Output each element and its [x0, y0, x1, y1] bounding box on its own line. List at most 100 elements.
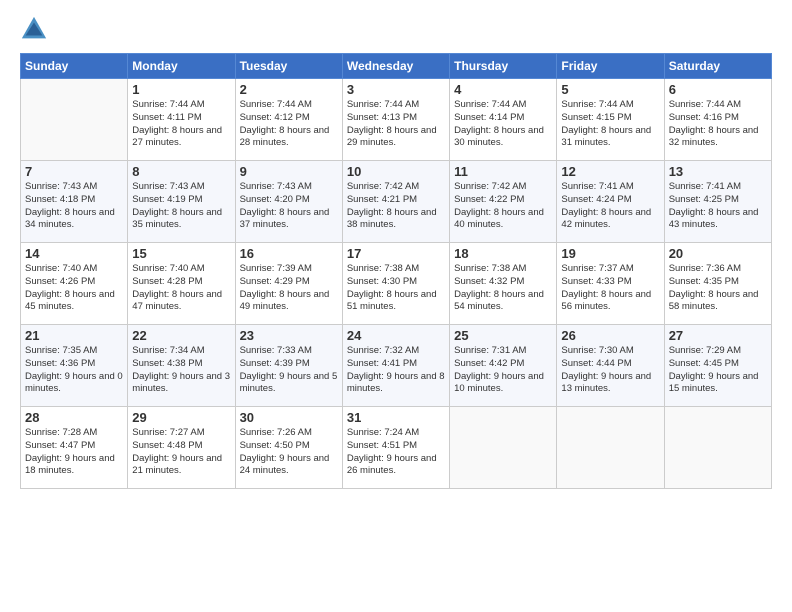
day-detail: Sunrise: 7:39 AM Sunset: 4:29 PM Dayligh…: [240, 263, 338, 314]
calendar-cell: 20 Sunrise: 7:36 AM Sunset: 4:35 PM Dayli…: [664, 243, 771, 325]
calendar-cell: [21, 79, 128, 161]
calendar-cell: 2Sunrise: 7:44 AM Sunset: 4:12 PM Daylig…: [235, 79, 342, 161]
weekday-header-row: SundayMondayTuesdayWednesdayThursdayFrid…: [21, 54, 772, 79]
day-detail: Sunrise: 7:40 AM Sunset: 4:28 PM Dayligh…: [132, 263, 230, 314]
day-detail: Sunrise: 7:43 AM Sunset: 4:19 PM Dayligh…: [132, 181, 230, 232]
calendar-table: SundayMondayTuesdayWednesdayThursdayFrid…: [20, 53, 772, 489]
day-detail: Sunrise: 7:35 AM Sunset: 4:36 PM Dayligh…: [25, 345, 123, 396]
day-number: 11: [454, 164, 552, 179]
day-detail: Sunrise: 7:42 AM Sunset: 4:22 PM Dayligh…: [454, 181, 552, 232]
calendar-cell: 8Sunrise: 7:43 AM Sunset: 4:19 PM Daylig…: [128, 161, 235, 243]
day-detail: Sunrise: 7:43 AM Sunset: 4:20 PM Dayligh…: [240, 181, 338, 232]
day-number: 22: [132, 328, 230, 343]
day-detail: Sunrise: 7:36 AM Sunset: 4:35 PM Dayligh…: [669, 263, 767, 314]
logo-icon: [20, 15, 48, 43]
calendar-cell: 30 Sunrise: 7:26 AM Sunset: 4:50 PM Dayli…: [235, 407, 342, 489]
day-number: 29: [132, 410, 230, 425]
day-number: 2: [240, 82, 338, 97]
calendar-cell: 1 Sunrise: 7:44 AM Sunset: 4:11 PM Daylig…: [128, 79, 235, 161]
day-detail: Sunrise: 7:44 AM Sunset: 4:14 PM Dayligh…: [454, 99, 552, 150]
day-detail: Sunrise: 7:44 AM Sunset: 4:15 PM Dayligh…: [561, 99, 659, 150]
day-detail: Sunrise: 7:38 AM Sunset: 4:32 PM Dayligh…: [454, 263, 552, 314]
calendar-cell: 19Sunrise: 7:37 AM Sunset: 4:33 PM Dayli…: [557, 243, 664, 325]
day-number: 12: [561, 164, 659, 179]
weekday-header-friday: Friday: [557, 54, 664, 79]
day-detail: Sunrise: 7:31 AM Sunset: 4:42 PM Dayligh…: [454, 345, 552, 396]
day-number: 15: [132, 246, 230, 261]
calendar-cell: 17 Sunrise: 7:38 AM Sunset: 4:30 PM Dayli…: [342, 243, 449, 325]
weekday-header-monday: Monday: [128, 54, 235, 79]
day-detail: Sunrise: 7:33 AM Sunset: 4:39 PM Dayligh…: [240, 345, 338, 396]
day-detail: Sunrise: 7:38 AM Sunset: 4:30 PM Dayligh…: [347, 263, 445, 314]
day-detail: Sunrise: 7:32 AM Sunset: 4:41 PM Dayligh…: [347, 345, 445, 396]
day-number: 1: [132, 82, 230, 97]
calendar-cell: 18 Sunrise: 7:38 AM Sunset: 4:32 PM Dayli…: [450, 243, 557, 325]
day-number: 24: [347, 328, 445, 343]
day-number: 17: [347, 246, 445, 261]
day-detail: Sunrise: 7:44 AM Sunset: 4:11 PM Dayligh…: [132, 99, 230, 150]
calendar-cell: 11 Sunrise: 7:42 AM Sunset: 4:22 PM Dayli…: [450, 161, 557, 243]
day-detail: Sunrise: 7:44 AM Sunset: 4:13 PM Dayligh…: [347, 99, 445, 150]
calendar-cell: [557, 407, 664, 489]
day-detail: Sunrise: 7:41 AM Sunset: 4:24 PM Dayligh…: [561, 181, 659, 232]
logo: [20, 15, 50, 43]
calendar-week-row: 14 Sunrise: 7:40 AM Sunset: 4:26 PM Dayli…: [21, 243, 772, 325]
calendar-cell: 5 Sunrise: 7:44 AM Sunset: 4:15 PM Daylig…: [557, 79, 664, 161]
weekday-header-tuesday: Tuesday: [235, 54, 342, 79]
day-detail: Sunrise: 7:37 AM Sunset: 4:33 PM Dayligh…: [561, 263, 659, 314]
calendar-cell: 27 Sunrise: 7:29 AM Sunset: 4:45 PM Dayli…: [664, 325, 771, 407]
day-number: 30: [240, 410, 338, 425]
day-detail: Sunrise: 7:29 AM Sunset: 4:45 PM Dayligh…: [669, 345, 767, 396]
day-number: 27: [669, 328, 767, 343]
day-number: 13: [669, 164, 767, 179]
day-number: 10: [347, 164, 445, 179]
day-number: 16: [240, 246, 338, 261]
day-detail: Sunrise: 7:27 AM Sunset: 4:48 PM Dayligh…: [132, 427, 230, 478]
day-number: 21: [25, 328, 123, 343]
calendar-cell: 4 Sunrise: 7:44 AM Sunset: 4:14 PM Daylig…: [450, 79, 557, 161]
calendar-cell: 22Sunrise: 7:34 AM Sunset: 4:38 PM Dayli…: [128, 325, 235, 407]
calendar-cell: 29 Sunrise: 7:27 AM Sunset: 4:48 PM Dayli…: [128, 407, 235, 489]
calendar-cell: 16 Sunrise: 7:39 AM Sunset: 4:29 PM Dayli…: [235, 243, 342, 325]
day-detail: Sunrise: 7:24 AM Sunset: 4:51 PM Dayligh…: [347, 427, 445, 478]
day-number: 4: [454, 82, 552, 97]
calendar-week-row: 28Sunrise: 7:28 AM Sunset: 4:47 PM Dayli…: [21, 407, 772, 489]
day-number: 14: [25, 246, 123, 261]
weekday-header-wednesday: Wednesday: [342, 54, 449, 79]
calendar-week-row: 21 Sunrise: 7:35 AM Sunset: 4:36 PM Dayli…: [21, 325, 772, 407]
day-number: 28: [25, 410, 123, 425]
calendar-cell: 24 Sunrise: 7:32 AM Sunset: 4:41 PM Dayli…: [342, 325, 449, 407]
calendar-cell: 31 Sunrise: 7:24 AM Sunset: 4:51 PM Dayli…: [342, 407, 449, 489]
calendar-cell: 6Sunrise: 7:44 AM Sunset: 4:16 PM Daylig…: [664, 79, 771, 161]
day-detail: Sunrise: 7:41 AM Sunset: 4:25 PM Dayligh…: [669, 181, 767, 232]
calendar-cell: 15 Sunrise: 7:40 AM Sunset: 4:28 PM Dayli…: [128, 243, 235, 325]
day-detail: Sunrise: 7:40 AM Sunset: 4:26 PM Dayligh…: [25, 263, 123, 314]
calendar-cell: 26 Sunrise: 7:30 AM Sunset: 4:44 PM Dayli…: [557, 325, 664, 407]
day-detail: Sunrise: 7:42 AM Sunset: 4:21 PM Dayligh…: [347, 181, 445, 232]
calendar-cell: 28Sunrise: 7:28 AM Sunset: 4:47 PM Dayli…: [21, 407, 128, 489]
calendar-cell: 13 Sunrise: 7:41 AM Sunset: 4:25 PM Dayli…: [664, 161, 771, 243]
day-number: 25: [454, 328, 552, 343]
calendar-week-row: 7 Sunrise: 7:43 AM Sunset: 4:18 PM Daylig…: [21, 161, 772, 243]
calendar-cell: 21 Sunrise: 7:35 AM Sunset: 4:36 PM Dayli…: [21, 325, 128, 407]
calendar-week-row: 1 Sunrise: 7:44 AM Sunset: 4:11 PM Daylig…: [21, 79, 772, 161]
day-number: 23: [240, 328, 338, 343]
calendar-cell: [664, 407, 771, 489]
day-detail: Sunrise: 7:43 AM Sunset: 4:18 PM Dayligh…: [25, 181, 123, 232]
calendar-cell: 23 Sunrise: 7:33 AM Sunset: 4:39 PM Dayli…: [235, 325, 342, 407]
calendar-cell: 9Sunrise: 7:43 AM Sunset: 4:20 PM Daylig…: [235, 161, 342, 243]
day-number: 5: [561, 82, 659, 97]
day-number: 6: [669, 82, 767, 97]
day-number: 18: [454, 246, 552, 261]
calendar-cell: 10 Sunrise: 7:42 AM Sunset: 4:21 PM Dayli…: [342, 161, 449, 243]
weekday-header-thursday: Thursday: [450, 54, 557, 79]
day-number: 31: [347, 410, 445, 425]
day-detail: Sunrise: 7:30 AM Sunset: 4:44 PM Dayligh…: [561, 345, 659, 396]
day-number: 7: [25, 164, 123, 179]
day-number: 3: [347, 82, 445, 97]
day-number: 20: [669, 246, 767, 261]
day-number: 26: [561, 328, 659, 343]
weekday-header-saturday: Saturday: [664, 54, 771, 79]
calendar-cell: 7 Sunrise: 7:43 AM Sunset: 4:18 PM Daylig…: [21, 161, 128, 243]
day-detail: Sunrise: 7:26 AM Sunset: 4:50 PM Dayligh…: [240, 427, 338, 478]
